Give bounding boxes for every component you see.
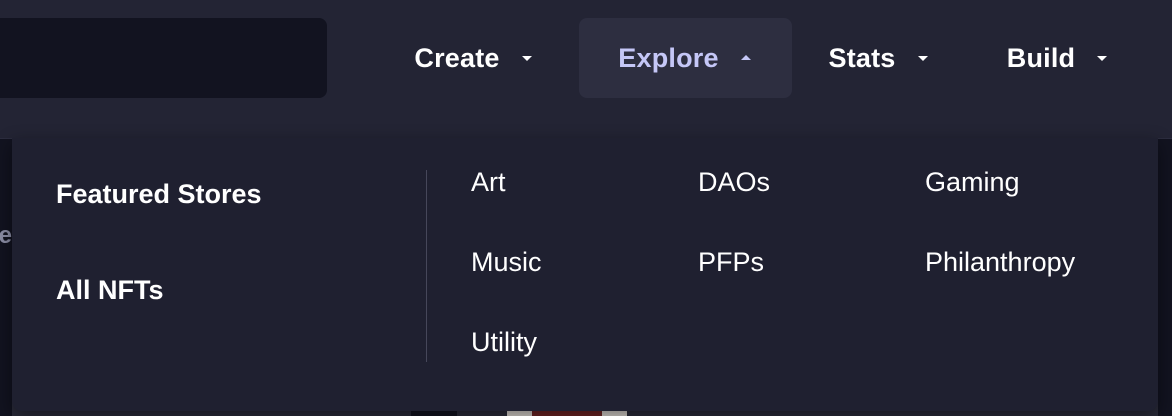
chevron-down-icon [917,56,928,61]
nav-build-label: Build [1006,42,1076,73]
nav-build-menu[interactable]: Build [990,18,1126,98]
search-input[interactable] [0,18,327,98]
nav-stats-menu[interactable]: Stats [808,18,950,98]
nav-explore-menu[interactable]: Explore [579,18,792,98]
category-music-link[interactable]: Music [471,247,542,278]
page-partial-text: le [0,222,13,249]
page-background-left [0,139,12,416]
category-art-link[interactable]: Art [471,167,506,198]
dropdown-divider [426,170,427,362]
category-philanthropy-link[interactable]: Philanthropy [925,247,1075,278]
nav-create-menu[interactable]: Create [390,18,558,98]
page-background-right [1158,139,1172,416]
all-nfts-link[interactable]: All NFTs [56,275,164,306]
nav-explore-label: Explore [618,42,719,73]
chevron-down-icon [1097,56,1108,61]
category-utility-link[interactable]: Utility [471,327,537,358]
category-pfps-link[interactable]: PFPs [698,247,764,278]
category-daos-link[interactable]: DAOs [698,167,770,198]
chevron-down-icon [521,56,532,61]
category-gaming-link[interactable]: Gaming [925,167,1020,198]
nav-stats-label: Stats [828,42,896,73]
explore-dropdown-menu: Featured Stores All NFTs Art DAOs Gaming… [12,138,1158,411]
top-navigation-bar: Create Explore Stats Build [0,0,1172,139]
featured-stores-link[interactable]: Featured Stores [56,179,262,210]
nav-create-label: Create [414,42,500,73]
chevron-up-icon [740,55,751,60]
